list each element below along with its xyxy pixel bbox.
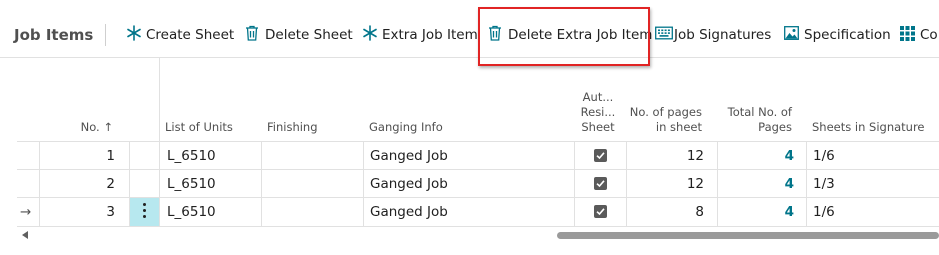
cell-list-of-units[interactable]: L_6510 xyxy=(167,198,216,226)
auto-resize-checkbox[interactable] xyxy=(594,205,607,218)
cell-total-pages[interactable]: 4 xyxy=(718,170,794,198)
job-items-table: No. ↑ List of Units Finishing Ganging In… xyxy=(0,58,939,228)
grid-icon xyxy=(900,26,915,41)
keyboard-icon xyxy=(655,26,673,40)
asterisk-icon xyxy=(127,25,141,41)
header-auto-resize-line-3: Sheet xyxy=(581,120,615,134)
header-pages-in-sheet[interactable]: No. of pages in sheet xyxy=(627,105,702,135)
cell-no[interactable]: 2 xyxy=(40,170,115,198)
specification-label: Specification xyxy=(804,27,891,43)
delete-extra-job-item-label: Delete Extra Job Item xyxy=(508,27,653,43)
column-divider xyxy=(363,142,364,226)
header-finishing[interactable]: Finishing xyxy=(267,120,318,135)
header-total-pages-line-1: Total No. of xyxy=(727,105,792,119)
current-row-arrow-icon: → xyxy=(20,204,32,220)
trash-icon xyxy=(489,25,501,41)
header-list-of-units[interactable]: List of Units xyxy=(165,120,233,135)
cell-list-of-units[interactable]: L_6510 xyxy=(167,142,216,170)
column-divider xyxy=(806,142,807,226)
trash-icon xyxy=(246,25,258,41)
cell-no[interactable]: 3 xyxy=(40,198,115,226)
header-auto-resize-line-1: Aut... xyxy=(582,90,614,104)
auto-resize-checkbox[interactable] xyxy=(594,149,607,162)
header-total-pages-line-2: Pages xyxy=(758,120,792,134)
row-divider xyxy=(17,226,939,227)
cell-sheets-in-signature[interactable]: 1/3 xyxy=(813,170,835,198)
header-sheets-in-signature[interactable]: Sheets in Signature xyxy=(812,120,925,135)
header-divider xyxy=(17,141,939,142)
cell-total-pages[interactable]: 4 xyxy=(718,142,794,170)
job-signatures-label: Job Signatures xyxy=(674,27,772,43)
cell-ganging-info[interactable]: Ganged Job xyxy=(370,170,448,198)
header-auto-resize-sheet[interactable]: Aut... Resi... Sheet xyxy=(578,90,618,135)
more-actions-label: Co xyxy=(920,27,938,43)
scroll-left-arrow-icon[interactable] xyxy=(22,231,28,239)
column-divider xyxy=(159,142,160,226)
auto-resize-checkbox[interactable] xyxy=(594,177,607,190)
cell-total-pages[interactable]: 4 xyxy=(718,198,794,226)
cell-no[interactable]: 1 xyxy=(40,142,115,170)
asterisk-icon xyxy=(363,25,377,41)
action-bar: Job Items Create Sheet Delete Sheet Extr… xyxy=(0,0,939,58)
cell-pages-in-sheet[interactable]: 12 xyxy=(627,170,704,198)
cell-list-of-units[interactable]: L_6510 xyxy=(167,170,216,198)
cell-ganging-info[interactable]: Ganged Job xyxy=(370,198,448,226)
header-pages-in-sheet-line-1: No. of pages xyxy=(629,105,702,119)
header-ganging-info[interactable]: Ganging Info xyxy=(369,120,443,135)
row-divider xyxy=(17,169,939,170)
image-icon xyxy=(784,26,799,40)
header-total-pages[interactable]: Total No. of Pages xyxy=(718,105,792,135)
cell-sheets-in-signature[interactable]: 1/6 xyxy=(813,142,835,170)
delete-sheet-label: Delete Sheet xyxy=(265,27,353,43)
header-auto-resize-line-2: Resi... xyxy=(580,105,616,119)
cell-sheets-in-signature[interactable]: 1/6 xyxy=(813,198,835,226)
scrollbar-thumb[interactable] xyxy=(557,232,939,239)
page-title: Job Items xyxy=(14,26,94,44)
toolbar-divider xyxy=(105,24,106,46)
more-options-icon[interactable] xyxy=(143,203,146,221)
extra-job-item-label: Extra Job Item xyxy=(382,27,478,43)
cell-ganging-info[interactable]: Ganged Job xyxy=(370,142,448,170)
header-pages-in-sheet-line-2: in sheet xyxy=(655,120,702,134)
column-divider xyxy=(574,142,575,226)
create-sheet-label: Create Sheet xyxy=(146,27,235,43)
cell-pages-in-sheet[interactable]: 12 xyxy=(627,142,704,170)
cell-pages-in-sheet[interactable]: 8 xyxy=(627,198,704,226)
column-divider xyxy=(261,142,262,226)
header-no[interactable]: No. ↑ xyxy=(40,120,113,135)
